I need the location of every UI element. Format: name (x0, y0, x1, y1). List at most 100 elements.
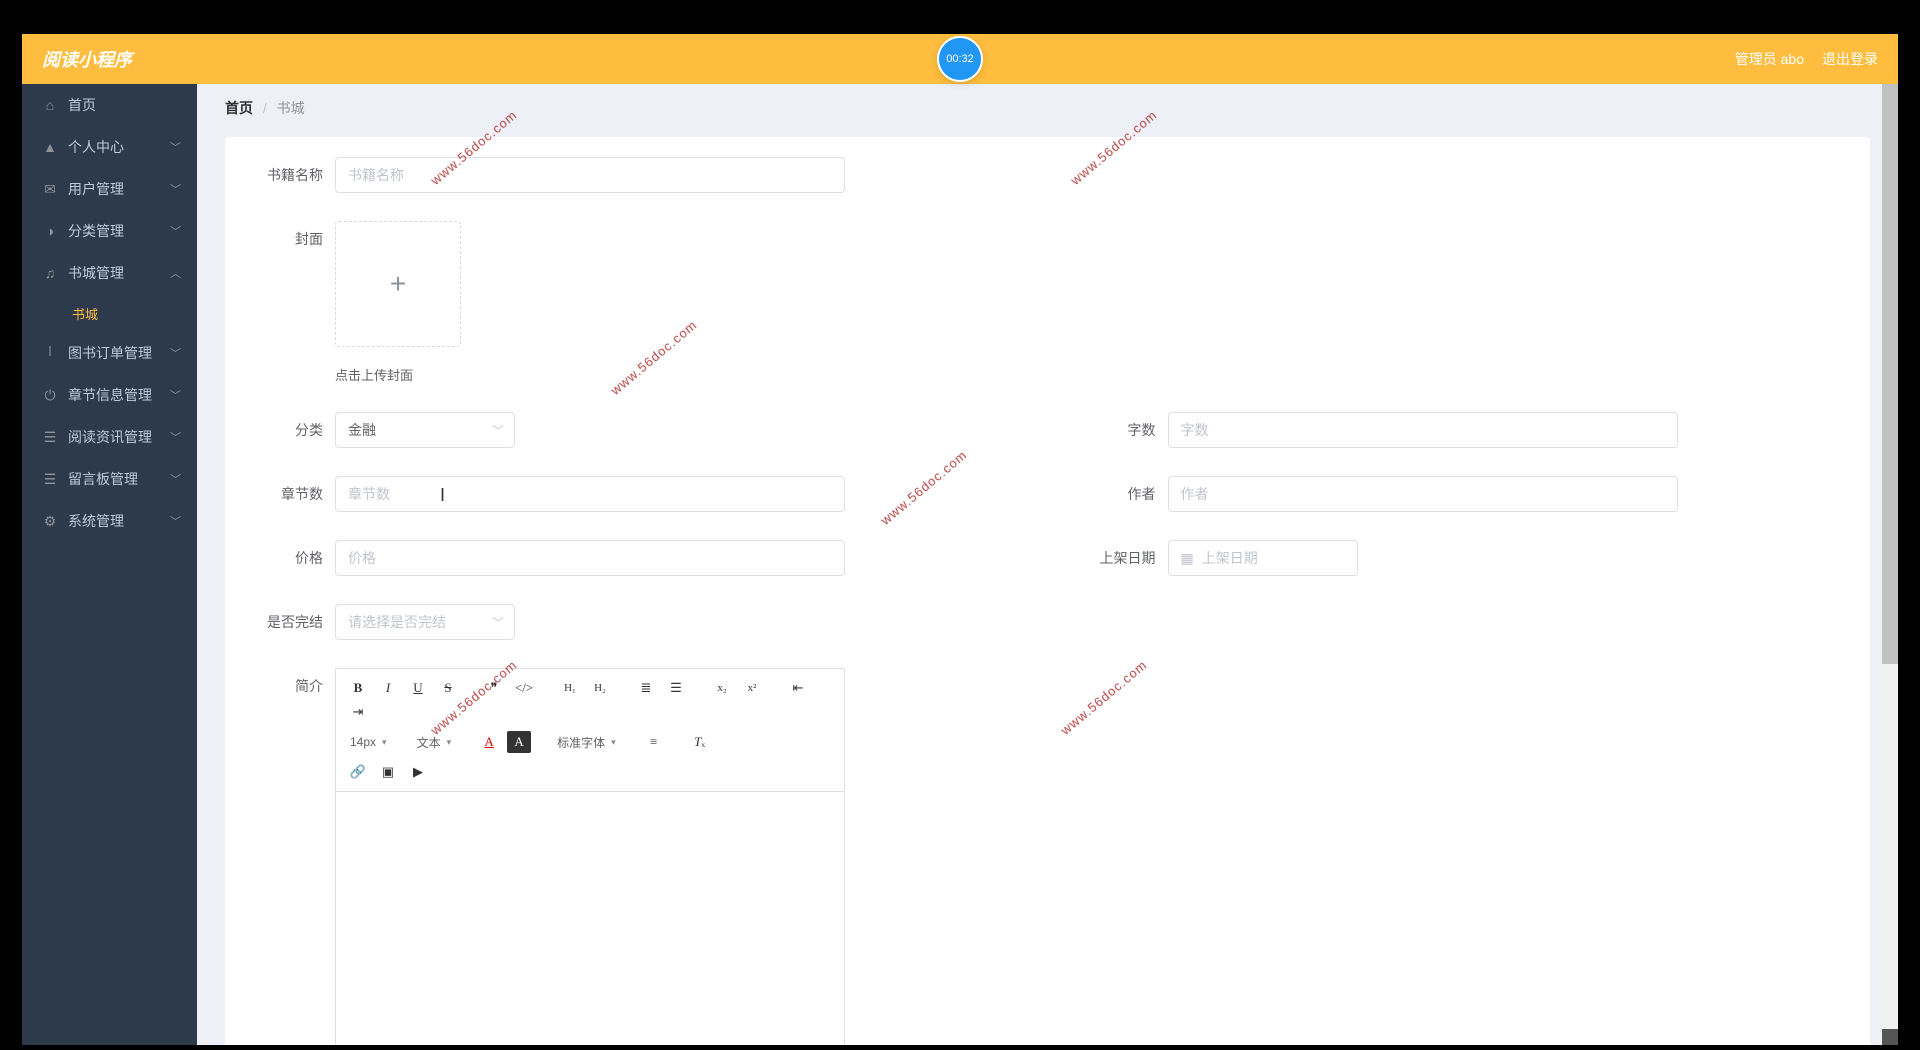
sidebar-item-label: 章节信息管理 (68, 385, 152, 405)
font-family-select[interactable]: 标准字体 ▾ (553, 731, 620, 753)
sidebar-item-profile[interactable]: ▲ 个人中心 ﹀ (22, 126, 197, 168)
word-count-input[interactable] (1168, 412, 1678, 448)
vertical-scrollbar-thumb[interactable] (1882, 84, 1898, 664)
sidebar-item-order-mgmt[interactable]: 𝍩 图书订单管理 ﹀ (22, 332, 197, 374)
chevron-down-icon: ﹀ (170, 471, 181, 487)
code-button[interactable]: </> (512, 677, 536, 699)
release-date-input[interactable]: ▦ 上架日期 (1168, 540, 1358, 576)
outdent-button[interactable]: ⇥ (346, 701, 370, 723)
app-logo: 阅读小程序 (42, 46, 132, 72)
gear-icon: ⚙ (42, 513, 58, 530)
rich-text-editor: B I U S ❞ </> H₁ H₂ (335, 668, 845, 1045)
format-label: 文本 (417, 734, 441, 751)
is-complete-placeholder: 请选择是否完结 (348, 612, 446, 632)
mic-icon: ◑ (42, 223, 58, 239)
superscript-button[interactable]: x² (740, 677, 764, 699)
quote-button[interactable]: ❞ (482, 677, 506, 699)
category-selected: 金融 (348, 420, 376, 440)
chevron-down-icon: ﹀ (170, 181, 181, 197)
editor-toolbar: B I U S ❞ </> H₁ H₂ (336, 669, 844, 792)
heading1-button[interactable]: H₁ (558, 677, 582, 699)
admin-user-link[interactable]: 管理员 abo (1735, 49, 1804, 69)
sidebar-item-home[interactable]: ⌂ 首页 (22, 84, 197, 126)
sidebar-item-label: 个人中心 (68, 137, 124, 157)
align-button[interactable]: ≡ (642, 731, 666, 753)
unordered-list-button[interactable]: ☰ (664, 677, 688, 699)
sidebar-item-news-mgmt[interactable]: ☰ 阅读资讯管理 ﹀ (22, 416, 197, 458)
ordered-list-button[interactable]: ≣ (634, 677, 658, 699)
mail-icon: ✉ (42, 181, 58, 198)
heading2-button[interactable]: H₂ (588, 677, 612, 699)
select-arrow-icon: ▾ (447, 737, 452, 748)
cover-upload-hint: 点击上传封面 (335, 365, 845, 384)
cover-label: 封面 (255, 221, 335, 257)
link-button[interactable]: 🔗 (346, 761, 370, 783)
sidebar-item-label: 图书订单管理 (68, 343, 152, 363)
is-complete-select[interactable]: 请选择是否完结 ﹀ (335, 604, 515, 640)
select-arrow-icon: ▾ (611, 737, 616, 748)
sidebar-item-bookstore-mgmt[interactable]: ♫ 书城管理 ︿ (22, 252, 197, 294)
chevron-down-icon: ﹀ (170, 223, 181, 239)
underline-button[interactable]: U (406, 677, 430, 699)
category-select[interactable]: 金融 ﹀ (335, 412, 515, 448)
chevron-down-icon: ﹀ (170, 429, 181, 445)
chevron-down-icon: ﹀ (170, 345, 181, 361)
bg-color-button[interactable]: A (507, 731, 531, 753)
image-button[interactable]: ▣ (376, 761, 400, 783)
sidebar-item-label: 阅读资讯管理 (68, 427, 152, 447)
strikethrough-button[interactable]: S (436, 677, 460, 699)
intro-label: 简介 (255, 668, 335, 704)
word-count-label: 字数 (1088, 412, 1168, 448)
clear-format-button[interactable]: Tₓ (688, 731, 712, 753)
sidebar-item-category-mgmt[interactable]: ◑ 分类管理 ﹀ (22, 210, 197, 252)
font-size-select[interactable]: 14px ▾ (346, 731, 391, 753)
sidebar-item-system-mgmt[interactable]: ⚙ 系统管理 ﹀ (22, 500, 197, 542)
list-icon: ☰ (42, 429, 58, 446)
doc-icon: 𝍩 (42, 341, 58, 365)
app-header: 阅读小程序 00:32 管理员 abo 退出登录 (22, 34, 1898, 84)
select-arrow-icon: ▾ (382, 737, 387, 748)
editor-content-area[interactable] (336, 792, 844, 1045)
sidebar-item-message-mgmt[interactable]: ☰ 留言板管理 ﹀ (22, 458, 197, 500)
italic-button[interactable]: I (376, 677, 400, 699)
calendar-icon: ▦ (1181, 550, 1194, 567)
logout-button[interactable]: 退出登录 (1822, 49, 1878, 69)
sidebar-item-user-mgmt[interactable]: ✉ 用户管理 ﹀ (22, 168, 197, 210)
book-form: 书籍名称 封面 + 点击上传封面 (225, 137, 1870, 1045)
sidebar-item-chapter-mgmt[interactable]: ⏻ 章节信息管理 ﹀ (22, 374, 197, 416)
book-name-input[interactable] (335, 157, 845, 193)
text-color-button[interactable]: A (477, 731, 501, 753)
sidebar-subitem-label: 书城 (72, 304, 98, 323)
category-label: 分类 (255, 412, 335, 448)
sidebar: ⌂ 首页 ▲ 个人中心 ﹀ ✉ 用户管理 ﹀ ◑ 分类管理 ﹀ ♫ 书城管理 ︿ (22, 84, 197, 1045)
subscript-button[interactable]: x₂ (710, 677, 734, 699)
chevron-down-icon: ﹀ (492, 422, 504, 439)
chevron-down-icon: ﹀ (170, 513, 181, 529)
chevron-down-icon: ﹀ (492, 614, 504, 631)
sidebar-subitem-bookstore[interactable]: 书城 (22, 294, 197, 332)
breadcrumb-home[interactable]: 首页 (225, 100, 253, 116)
sidebar-item-label: 用户管理 (68, 179, 124, 199)
author-label: 作者 (1088, 476, 1168, 512)
font-size-label: 14px (350, 735, 376, 749)
book-name-label: 书籍名称 (255, 157, 335, 193)
timer-badge: 00:32 (937, 36, 983, 82)
power-icon: ⏻ (42, 387, 58, 404)
bell-icon: ♫ (42, 265, 58, 281)
chapter-count-input[interactable] (335, 476, 845, 512)
format-select[interactable]: 文本 ▾ (413, 731, 456, 753)
video-button[interactable]: ▶ (406, 761, 430, 783)
bold-button[interactable]: B (346, 677, 370, 699)
breadcrumb-separator: / (263, 100, 267, 116)
sidebar-item-label: 书城管理 (68, 263, 124, 283)
sidebar-item-label: 分类管理 (68, 221, 124, 241)
plus-icon: + (390, 268, 406, 300)
release-date-label: 上架日期 (1088, 540, 1168, 576)
price-input[interactable] (335, 540, 845, 576)
font-family-label: 标准字体 (557, 734, 605, 751)
author-input[interactable] (1168, 476, 1678, 512)
indent-button[interactable]: ⇤ (786, 677, 810, 699)
cover-upload[interactable]: + (335, 221, 461, 347)
is-complete-label: 是否完结 (255, 604, 335, 640)
chapter-count-label: 章节数 (255, 476, 335, 512)
